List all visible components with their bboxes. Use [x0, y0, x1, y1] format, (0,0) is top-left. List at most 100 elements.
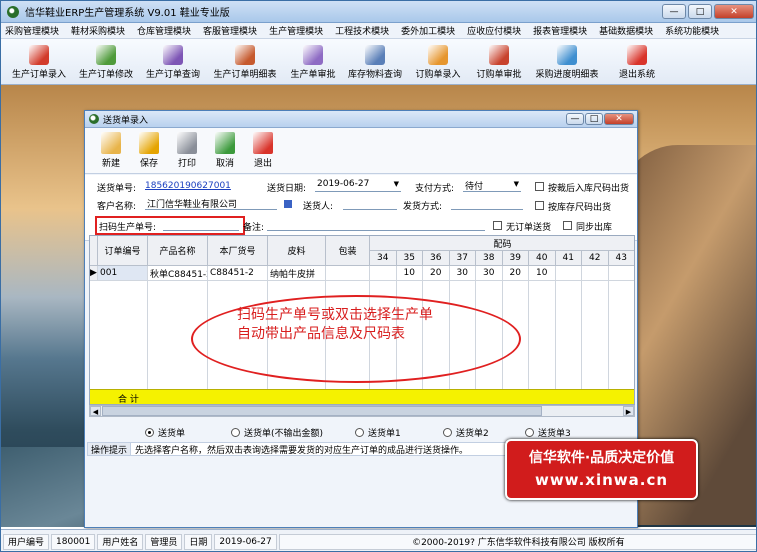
format-radio-2[interactable]: 送货单1 [355, 426, 401, 439]
toolbar-button-6[interactable]: 订购单录入 [409, 40, 467, 84]
toolbar-button-2[interactable]: 生产订单查询 [141, 40, 205, 84]
title-bar: 信华鞋业ERP生产管理系统 V9.01 鞋业专业版 — □ ✕ [1, 1, 756, 23]
check-sync-out-label: 同步出库 [576, 223, 613, 233]
grid-hscrollbar[interactable]: ◀ ▶ [89, 405, 635, 417]
size-header: 41 [555, 251, 582, 266]
scroll-thumb[interactable] [102, 406, 542, 416]
cell-qty[interactable] [370, 266, 397, 281]
menu-item-3[interactable]: 客服管理模块 [203, 24, 257, 37]
maximize-button[interactable]: □ [688, 4, 712, 19]
minimize-button[interactable]: — [662, 4, 686, 19]
toolbar-button-5[interactable]: 库存物料查询 [345, 40, 405, 84]
sender-field[interactable] [343, 197, 397, 210]
size-header: 43 [608, 251, 634, 266]
ship-field[interactable] [451, 197, 523, 210]
status-user-id-label: 用户编号 [3, 533, 50, 550]
size-group-header: 配码 [370, 236, 634, 251]
cell-qty[interactable] [608, 266, 634, 281]
promo-url: www.xinwa.cn [534, 471, 669, 489]
format-radio-3[interactable]: 送货单2 [443, 426, 489, 439]
toolbar-button-1[interactable]: 生产订单修改 [75, 40, 137, 84]
note-field[interactable] [267, 218, 485, 231]
toolbar-button-8[interactable]: 采购进度明细表 [531, 40, 603, 84]
menu-item-8[interactable]: 报表管理模块 [533, 24, 587, 37]
print-icon [177, 132, 197, 154]
radio-icon [231, 428, 240, 437]
pen-icon [557, 45, 577, 65]
cell-qty[interactable]: 10 [396, 266, 423, 281]
cell-qty[interactable]: 20 [502, 266, 529, 281]
customer-field[interactable]: 江门信华鞋业有限公司 [145, 197, 277, 210]
format-radio-4[interactable]: 送货单3 [525, 426, 571, 439]
check-stock-size[interactable] [535, 201, 544, 210]
toolbar-label: 订购单录入 [415, 70, 461, 80]
cell-qty[interactable]: 20 [423, 266, 450, 281]
child-close-button[interactable]: ✕ [604, 113, 634, 125]
annotation-line-1: 扫码生产单号或双击选择生产单 [237, 307, 433, 323]
menu-item-5[interactable]: 工程技术模块 [335, 24, 389, 37]
child-tool-2[interactable]: 打印 [177, 132, 197, 173]
toolbar-button-3[interactable]: 生产订单明细表 [209, 40, 281, 84]
menu-item-7[interactable]: 应收应付模块 [467, 24, 521, 37]
annotation-text: 扫码生产单号或双击选择生产单 自动带出产品信息及尺码表 [237, 306, 487, 344]
cell-order[interactable]: 001 [98, 266, 148, 281]
check-cut-size[interactable] [535, 182, 544, 191]
toolbar-button-9[interactable]: 退出系统 [607, 40, 667, 84]
menu-item-10[interactable]: 系统功能模块 [665, 24, 719, 37]
cell-pack[interactable] [326, 266, 370, 281]
menu-item-1[interactable]: 鞋材采购模块 [71, 24, 125, 37]
format-radio-0[interactable]: 送货单 [145, 426, 185, 439]
column-header[interactable]: 包装 [326, 236, 370, 266]
date-field[interactable]: 2019-06-27 [315, 179, 401, 192]
cell-product[interactable]: 秋单C88451-2 [148, 266, 208, 281]
toolbar-button-7[interactable]: 订购单审批 [471, 40, 527, 84]
child-tool-0[interactable]: 新建 [101, 132, 121, 173]
pay-select[interactable]: 待付 [463, 179, 521, 192]
child-title: 送货单录入 [103, 115, 149, 126]
order-no-value[interactable]: 185620190627001 [145, 181, 231, 191]
close-button[interactable]: ✕ [714, 4, 754, 19]
size-header: 42 [582, 251, 609, 266]
radio-label: 送货单 [158, 429, 186, 439]
scroll-right-icon[interactable]: ▶ [623, 406, 634, 416]
toolbar-button-4[interactable]: 生产单审批 [285, 40, 341, 84]
check-no-order-label: 无订单送货 [506, 223, 552, 233]
child-tool-1[interactable]: 保存 [139, 132, 159, 173]
menu-item-9[interactable]: 基础数据模块 [599, 24, 653, 37]
column-header[interactable]: 订单编号 [98, 236, 148, 266]
cell-leather[interactable]: 纳帕牛皮拼 [268, 266, 326, 281]
format-radio-1[interactable]: 送货单(不输出金额) [231, 426, 323, 439]
size-header: 36 [423, 251, 450, 266]
save-icon [139, 132, 159, 154]
toolbar-label: 库存物料查询 [347, 70, 402, 80]
menu-item-6[interactable]: 委外加工模块 [401, 24, 455, 37]
pay-label: 支付方式: [415, 184, 455, 194]
menu-item-2[interactable]: 仓库管理模块 [137, 24, 191, 37]
menu-item-4[interactable]: 生产管理模块 [269, 24, 323, 37]
child-tool-4[interactable]: 退出 [253, 132, 273, 173]
scroll-left-icon[interactable]: ◀ [90, 406, 101, 416]
column-header[interactable]: 本厂货号 [208, 236, 268, 266]
hint-label: 操作提示 [88, 443, 132, 456]
radio-label: 送货单(不输出金额) [244, 429, 324, 439]
cell-qty[interactable]: 10 [529, 266, 556, 281]
cell-qty[interactable] [582, 266, 609, 281]
column-header[interactable]: 产品名称 [148, 236, 208, 266]
toolbar-button-0[interactable]: 生产订单录入 [7, 40, 71, 84]
check-sync-out[interactable] [563, 221, 572, 230]
child-maximize-button[interactable]: □ [585, 113, 603, 125]
cell-code[interactable]: C88451-2 [208, 266, 268, 281]
cell-qty[interactable]: 30 [476, 266, 503, 281]
radio-icon [443, 428, 452, 437]
toolbar-label: 退出系统 [618, 70, 655, 80]
child-tool-3[interactable]: 取消 [215, 132, 235, 173]
cell-qty[interactable] [555, 266, 582, 281]
doc-icon [365, 45, 385, 65]
menu-item-0[interactable]: 采购管理模块 [5, 24, 59, 37]
check-no-order[interactable] [493, 221, 502, 230]
column-header[interactable]: 皮料 [268, 236, 326, 266]
scan-field[interactable] [163, 218, 239, 231]
lookup-icon[interactable] [284, 200, 292, 208]
cell-qty[interactable]: 30 [449, 266, 476, 281]
child-minimize-button[interactable]: — [566, 113, 584, 125]
